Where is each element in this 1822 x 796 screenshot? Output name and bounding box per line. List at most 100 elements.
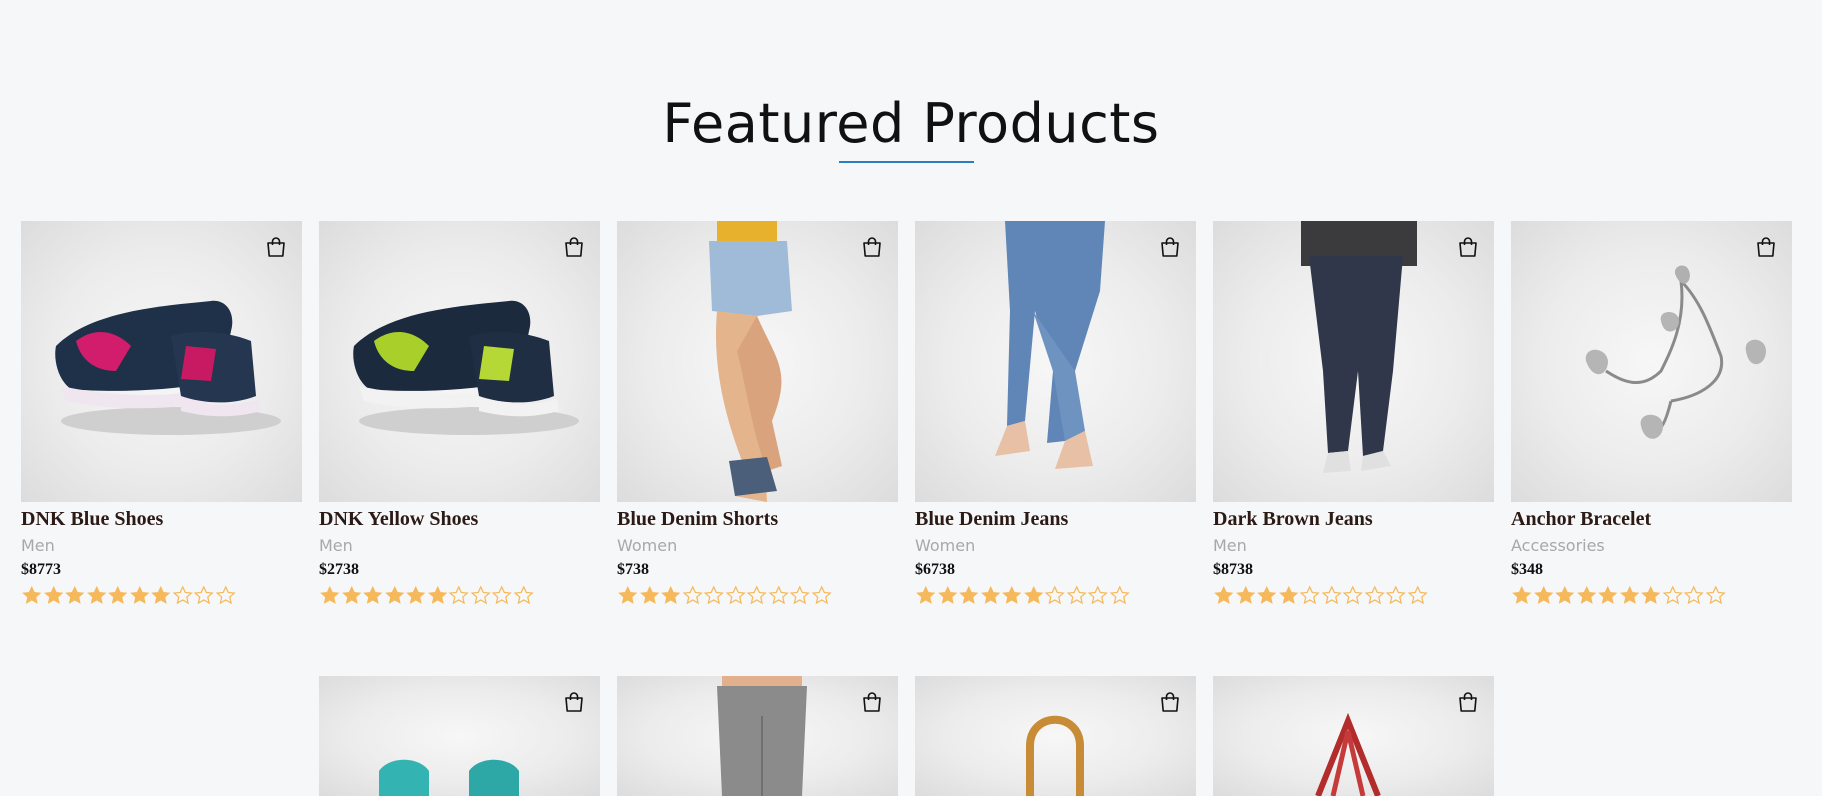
product-price: $8773: [21, 561, 61, 578]
star-filled-icon: [916, 585, 936, 604]
product-name[interactable]: DNK Blue Shoes: [21, 508, 302, 530]
star-filled-icon: [1002, 585, 1022, 604]
rating-stars: [21, 585, 302, 607]
product-category: Accessories: [1511, 536, 1605, 555]
product-image[interactable]: [1213, 676, 1494, 796]
red-handbag-image: [1213, 676, 1494, 796]
product-image[interactable]: [1511, 221, 1792, 502]
star-outline-icon: [1385, 585, 1406, 605]
product-image[interactable]: [319, 676, 600, 796]
star-filled-icon: [22, 585, 42, 604]
rating-stars: [1511, 585, 1792, 607]
product-name[interactable]: Dark Brown Jeans: [1213, 508, 1494, 530]
page-title: Featured Products: [662, 92, 1160, 156]
product-category: Women: [915, 536, 976, 555]
star-filled-icon: [1641, 585, 1661, 604]
star-filled-icon: [129, 585, 149, 604]
star-filled-icon: [1235, 585, 1255, 604]
star-outline-icon: [513, 585, 534, 605]
star-outline-icon: [811, 585, 832, 605]
product-price: $8738: [1213, 561, 1253, 578]
product-price: $6738: [915, 561, 955, 578]
title-underline: [839, 161, 974, 163]
product-category: Men: [319, 536, 353, 555]
product-category: Women: [617, 536, 678, 555]
shoes-blue-image: [21, 221, 302, 502]
product-card[interactable]: Blue Denim Jeans Women $6738: [915, 221, 1196, 607]
product-card[interactable]: [319, 676, 600, 796]
product-card[interactable]: Anchor Bracelet Accessories $348: [1511, 221, 1792, 607]
star-filled-icon: [43, 585, 63, 604]
product-price: $348: [1511, 561, 1543, 578]
product-image[interactable]: [319, 221, 600, 502]
product-price: $2738: [319, 561, 359, 578]
star-filled-icon: [661, 585, 681, 604]
product-card[interactable]: [915, 676, 1196, 796]
tan-handbag-image: [915, 676, 1196, 796]
rating-stars: [1213, 585, 1494, 607]
star-outline-icon: [491, 585, 512, 605]
star-filled-icon: [341, 585, 361, 604]
product-category: Men: [21, 536, 55, 555]
rating-stars: [915, 585, 1196, 607]
shopping-bag-icon[interactable]: [1158, 690, 1182, 714]
star-outline-icon: [1044, 585, 1065, 605]
shoes-yellow-image: [319, 221, 600, 502]
star-filled-icon: [1214, 585, 1234, 604]
star-outline-icon: [470, 585, 491, 605]
star-filled-icon: [980, 585, 1000, 604]
star-filled-icon: [406, 585, 426, 604]
bracelet-image: [1511, 221, 1792, 502]
star-filled-icon: [320, 585, 340, 604]
star-outline-icon: [725, 585, 746, 605]
shopping-bag-icon[interactable]: [1158, 235, 1182, 259]
star-outline-icon: [1342, 585, 1363, 605]
star-outline-icon: [1299, 585, 1320, 605]
star-filled-icon: [1533, 585, 1553, 604]
shopping-bag-icon[interactable]: [860, 690, 884, 714]
product-card[interactable]: Blue Denim Shorts Women $738: [617, 221, 898, 607]
product-card[interactable]: DNK Blue Shoes Men $8773: [21, 221, 302, 607]
product-image[interactable]: [1213, 221, 1494, 502]
product-card[interactable]: DNK Yellow Shoes Men $2738: [319, 221, 600, 607]
shopping-bag-icon[interactable]: [562, 690, 586, 714]
star-filled-icon: [427, 585, 447, 604]
shopping-bag-icon[interactable]: [1456, 690, 1480, 714]
product-image[interactable]: [915, 221, 1196, 502]
product-card[interactable]: Dark Brown Jeans Men $8738: [1213, 221, 1494, 607]
star-filled-icon: [1555, 585, 1575, 604]
product-image[interactable]: [617, 676, 898, 796]
star-filled-icon: [1278, 585, 1298, 604]
product-card[interactable]: [1213, 676, 1494, 796]
product-name[interactable]: Blue Denim Jeans: [915, 508, 1196, 530]
product-card[interactable]: [617, 676, 898, 796]
shopping-bag-icon[interactable]: [860, 235, 884, 259]
star-outline-icon: [703, 585, 724, 605]
product-name[interactable]: DNK Yellow Shoes: [319, 508, 600, 530]
star-outline-icon: [1087, 585, 1108, 605]
star-filled-icon: [65, 585, 85, 604]
product-name[interactable]: Blue Denim Shorts: [617, 508, 898, 530]
star-filled-icon: [108, 585, 128, 604]
star-filled-icon: [618, 585, 638, 604]
star-outline-icon: [1066, 585, 1087, 605]
product-image[interactable]: [21, 221, 302, 502]
product-name[interactable]: Anchor Bracelet: [1511, 508, 1792, 530]
star-outline-icon: [1321, 585, 1342, 605]
shopping-bag-icon[interactable]: [1456, 235, 1480, 259]
star-outline-icon: [682, 585, 703, 605]
star-outline-icon: [746, 585, 767, 605]
shopping-bag-icon[interactable]: [264, 235, 288, 259]
star-filled-icon: [1598, 585, 1618, 604]
product-image[interactable]: [617, 221, 898, 502]
denim-jeans-image: [915, 221, 1196, 502]
shopping-bag-icon[interactable]: [562, 235, 586, 259]
star-filled-icon: [151, 585, 171, 604]
product-image[interactable]: [915, 676, 1196, 796]
star-outline-icon: [215, 585, 236, 605]
star-outline-icon: [1364, 585, 1385, 605]
star-filled-icon: [1619, 585, 1639, 604]
grey-jeans-image: [617, 676, 898, 796]
star-filled-icon: [363, 585, 383, 604]
shopping-bag-icon[interactable]: [1754, 235, 1778, 259]
